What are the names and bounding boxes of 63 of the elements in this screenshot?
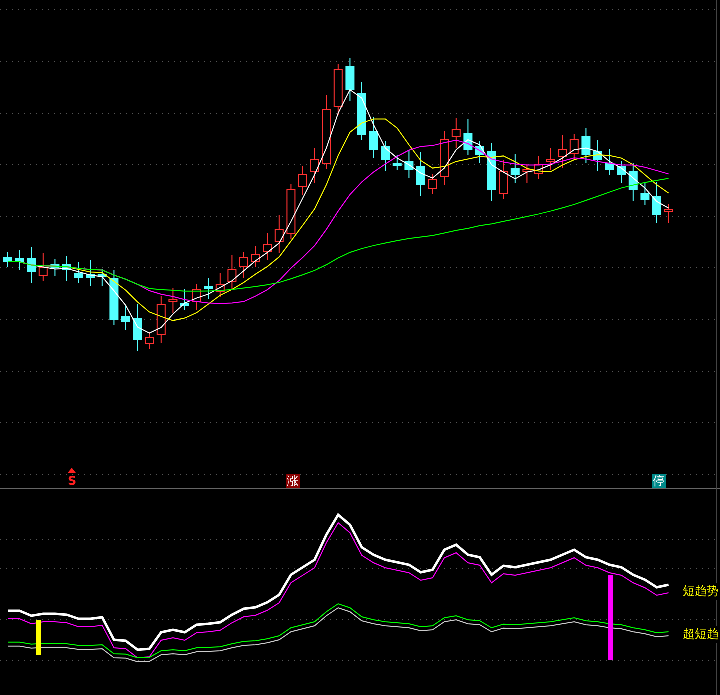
signal-marker: S — [67, 474, 78, 488]
candlestick — [286, 184, 296, 240]
signal-marker: 涨 — [286, 474, 300, 488]
candlestick — [145, 332, 154, 350]
candlestick — [180, 288, 190, 310]
candlestick — [628, 162, 638, 202]
candlestick — [640, 182, 650, 206]
candlestick — [476, 140, 484, 164]
candlestick — [110, 270, 119, 326]
candlestick — [522, 164, 532, 184]
candlestick — [98, 268, 107, 286]
candlestick — [4, 252, 12, 268]
candlestick — [570, 134, 579, 160]
candlestick — [464, 118, 473, 156]
candlestick — [216, 272, 225, 298]
indicator-bar — [36, 620, 41, 655]
candlestick — [452, 118, 461, 148]
candlestick — [381, 140, 390, 172]
candlestick — [404, 150, 414, 178]
arrow-up-icon — [68, 468, 76, 473]
indicator-label: 短趋势 — [683, 583, 719, 600]
candlestick — [240, 252, 248, 278]
candlestick — [310, 148, 320, 184]
candlestick — [298, 166, 308, 196]
candlestick — [510, 154, 520, 184]
candlestick — [582, 128, 591, 164]
candlestick — [263, 232, 272, 260]
candlestick — [664, 204, 674, 224]
candlestick — [204, 278, 214, 300]
candlestick — [534, 156, 544, 180]
signal-marker: 停 — [652, 474, 666, 488]
candlestick — [428, 174, 438, 194]
candlestick — [50, 258, 60, 276]
candlestick — [594, 140, 602, 172]
candlestick — [652, 182, 662, 224]
candlestick — [617, 160, 626, 184]
candlestick — [251, 246, 260, 268]
candlestick — [228, 254, 237, 290]
candlestick — [74, 262, 84, 284]
candlestick — [15, 250, 24, 270]
candlestick — [416, 152, 426, 196]
candlestick — [62, 256, 72, 282]
candlestick — [133, 304, 142, 352]
candlestick — [334, 64, 343, 116]
candlestick — [156, 296, 166, 344]
candlestick — [369, 116, 378, 158]
candlestick — [605, 148, 614, 176]
candlestick — [358, 82, 366, 140]
candlestick — [38, 252, 48, 282]
indicator-label: 超短趋 — [683, 626, 719, 643]
candlestick — [346, 58, 355, 102]
candlestick — [27, 246, 36, 284]
candlestick — [168, 288, 178, 314]
candlestick — [558, 134, 568, 168]
candlestick — [440, 130, 450, 186]
candlestick — [392, 154, 402, 170]
candlestick — [487, 142, 496, 202]
candlestick — [192, 284, 202, 310]
candlestick — [122, 304, 130, 330]
candlestick — [86, 260, 96, 286]
candlestick — [546, 148, 556, 170]
candlestick — [499, 160, 508, 200]
candlestick — [274, 214, 284, 254]
